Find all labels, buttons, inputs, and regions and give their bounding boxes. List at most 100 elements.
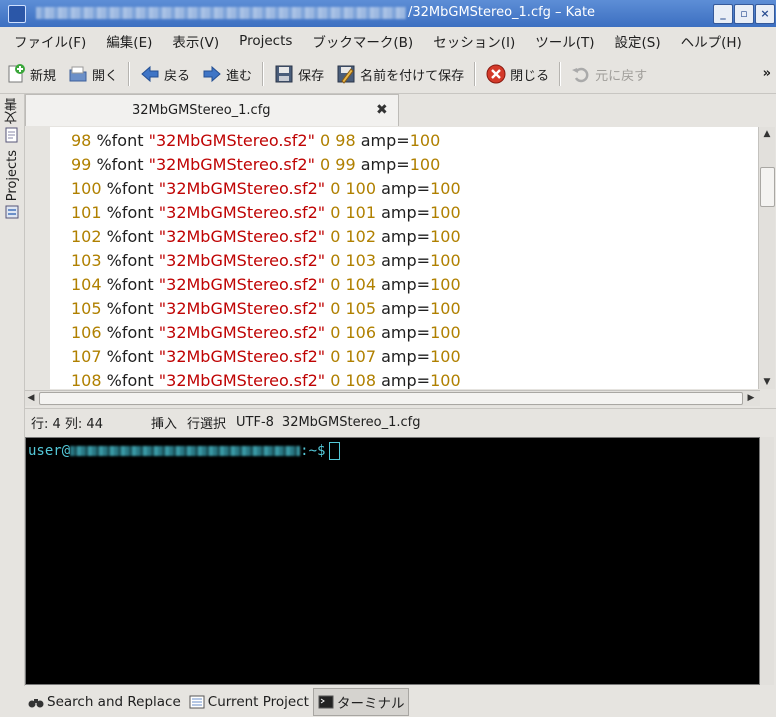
- bank-value: 0: [330, 203, 341, 222]
- tab-search-and-replace[interactable]: Search and Replace: [24, 689, 185, 715]
- text-editor[interactable]: 98 %font "32MbGMStereo.sf2" 0 98 amp=100…: [25, 127, 760, 389]
- menu-bar: ファイル(F) 編集(E) 表示(V) Projects ブックマーク(B) セ…: [0, 28, 776, 54]
- scroll-down-arrow[interactable]: ▼: [759, 375, 775, 389]
- amp-key: amp=: [381, 275, 431, 294]
- bank-value: 0: [330, 323, 341, 342]
- close-circle-icon: [486, 64, 506, 84]
- menu-sessions[interactable]: セッション(I): [423, 31, 525, 51]
- undo-icon: [571, 64, 591, 84]
- program-value: 106: [345, 323, 377, 342]
- program-value: 98: [335, 131, 356, 150]
- menu-file[interactable]: ファイル(F): [0, 31, 96, 51]
- line-number: 101: [71, 203, 102, 222]
- amp-key: amp=: [381, 371, 431, 389]
- menu-help[interactable]: ヘルプ(H): [671, 31, 752, 51]
- program-value: 105: [345, 299, 377, 318]
- amp-key: amp=: [381, 179, 431, 198]
- tab-terminal[interactable]: ターミナル: [312, 687, 410, 716]
- program-value: 104: [345, 275, 377, 294]
- input-mode[interactable]: 挿入: [151, 413, 177, 432]
- editor-vertical-scrollbar[interactable]: ▲ ▼: [758, 127, 775, 389]
- projects-tab-label: Projects: [4, 150, 20, 202]
- menu-settings[interactable]: 設定(S): [605, 31, 671, 51]
- toolbar-separator: [262, 62, 265, 86]
- horizontal-scroll-thumb[interactable]: [39, 392, 743, 405]
- scroll-left-arrow[interactable]: ◀: [25, 391, 37, 405]
- status-bar: 行: 4 列: 44 挿入 行選択 UTF-8 32MbGMStereo_1.c…: [25, 408, 776, 435]
- soundfont-string: "32MbGMStereo.sf2": [158, 179, 326, 198]
- tab-current-project[interactable]: Current Project: [185, 689, 313, 715]
- save-button[interactable]: 保存: [268, 60, 330, 88]
- arrow-left-icon: [140, 64, 160, 84]
- bank-value: 0: [330, 251, 341, 270]
- line-number: 100: [71, 179, 102, 198]
- amp-key: amp=: [381, 251, 431, 270]
- amp-value: 100: [430, 299, 461, 318]
- code-line: 104 %font "32MbGMStereo.sf2" 0 104 amp=1…: [71, 273, 461, 297]
- amp-key: amp=: [381, 227, 431, 246]
- save-as-icon: [336, 64, 356, 84]
- font-directive: %font: [106, 299, 154, 318]
- sidebar-tab-documents[interactable]: 文書: [2, 98, 22, 147]
- program-value: 101: [345, 203, 377, 222]
- toolbar-overflow-button[interactable]: »: [763, 66, 771, 81]
- soundfont-string: "32MbGMStereo.sf2": [158, 347, 326, 366]
- line-number: 102: [71, 227, 102, 246]
- projects-icon: [5, 204, 19, 224]
- undo-button[interactable]: 元に戻す: [565, 60, 653, 88]
- amp-value: 100: [430, 227, 461, 246]
- prompt-suffix: :~$: [300, 443, 326, 459]
- vertical-scroll-thumb[interactable]: [760, 167, 775, 207]
- font-directive: %font: [106, 203, 154, 222]
- line-number: 103: [71, 251, 102, 270]
- open-folder-icon: [68, 64, 88, 84]
- soundfont-string: "32MbGMStereo.sf2": [148, 131, 315, 150]
- menu-tools[interactable]: ツール(T): [525, 31, 604, 51]
- back-button[interactable]: 戻る: [134, 60, 196, 88]
- cursor-position: 行: 4 列: 44: [31, 416, 103, 432]
- soundfont-string: "32MbGMStereo.sf2": [158, 323, 326, 342]
- scroll-up-arrow[interactable]: ▲: [759, 127, 775, 141]
- terminal-scrollbar[interactable]: [760, 437, 774, 685]
- encoding[interactable]: UTF-8: [236, 415, 274, 430]
- code-line: 106 %font "32MbGMStereo.sf2" 0 106 amp=1…: [71, 321, 461, 345]
- terminal-tab-label: ターミナル: [336, 695, 405, 712]
- soundfont-string: "32MbGMStereo.sf2": [158, 227, 326, 246]
- close-label: 閉じる: [510, 68, 550, 84]
- close-tab-icon[interactable]: ✖: [376, 102, 388, 118]
- font-directive: %font: [106, 179, 154, 198]
- app-icon[interactable]: [8, 5, 26, 23]
- line-number: 99: [71, 155, 92, 174]
- minimize-button[interactable]: _: [713, 4, 733, 24]
- new-button[interactable]: 新規: [0, 60, 62, 88]
- menu-bookmarks[interactable]: ブックマーク(B): [302, 31, 423, 51]
- sidebar-tab-projects[interactable]: Projects: [2, 150, 22, 224]
- program-value: 100: [345, 179, 377, 198]
- close-document-button[interactable]: 閉じる: [480, 60, 555, 88]
- maximize-button[interactable]: ▫: [734, 4, 754, 24]
- font-directive: %font: [96, 155, 144, 174]
- tab-document[interactable]: 32MbGMStereo_1.cfg ✖: [25, 94, 399, 126]
- menu-view[interactable]: 表示(V): [162, 31, 229, 51]
- save-as-button[interactable]: 名前を付けて保存: [330, 60, 470, 88]
- terminal-panel[interactable]: user@:~$: [25, 437, 760, 685]
- menu-edit[interactable]: 編集(E): [96, 31, 162, 51]
- open-button[interactable]: 開く: [62, 60, 124, 88]
- editor-horizontal-scrollbar[interactable]: ◀ ▶: [25, 390, 760, 406]
- scroll-right-arrow[interactable]: ▶: [745, 391, 757, 405]
- amp-key: amp=: [381, 203, 431, 222]
- code-line: 98 %font "32MbGMStereo.sf2" 0 98 amp=100: [71, 129, 461, 153]
- line-number: 105: [71, 299, 102, 318]
- code-line: 103 %font "32MbGMStereo.sf2" 0 103 amp=1…: [71, 249, 461, 273]
- close-window-button[interactable]: ×: [755, 4, 775, 24]
- amp-value: 100: [409, 155, 441, 174]
- menu-projects[interactable]: Projects: [229, 33, 302, 49]
- program-value: 99: [335, 155, 356, 174]
- forward-button[interactable]: 進む: [196, 60, 258, 88]
- documents-icon: [5, 127, 19, 147]
- code-line: 105 %font "32MbGMStereo.sf2" 0 105 amp=1…: [71, 297, 461, 321]
- selection-mode[interactable]: 行選択: [187, 413, 226, 432]
- soundfont-string: "32MbGMStereo.sf2": [158, 299, 326, 318]
- back-label: 戻る: [164, 68, 191, 84]
- code-line: 102 %font "32MbGMStereo.sf2" 0 102 amp=1…: [71, 225, 461, 249]
